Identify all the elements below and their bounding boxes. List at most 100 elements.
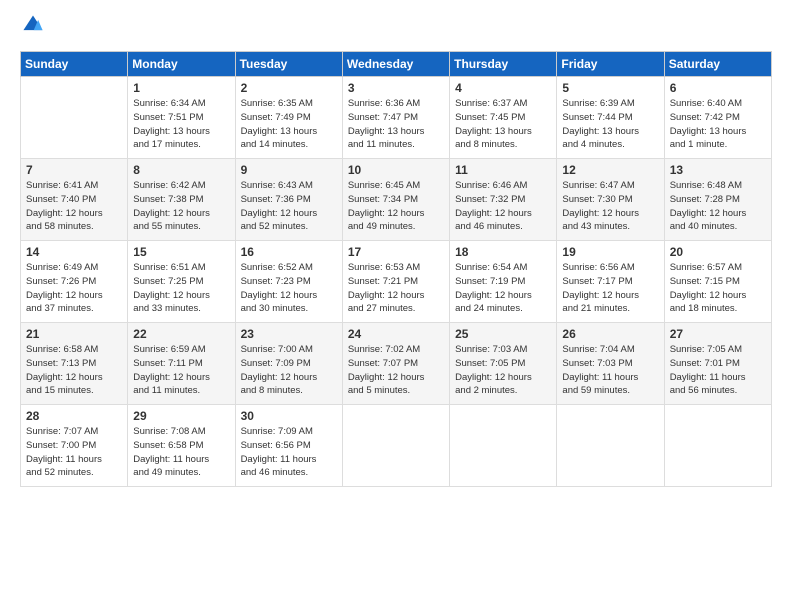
calendar-cell	[342, 405, 449, 487]
calendar-header-tuesday: Tuesday	[235, 52, 342, 77]
calendar-cell: 21 Sunrise: 6:58 AMSunset: 7:13 PMDayligh…	[21, 323, 128, 405]
calendar-cell: 8 Sunrise: 6:42 AMSunset: 7:38 PMDaylight…	[128, 159, 235, 241]
calendar-header-sunday: Sunday	[21, 52, 128, 77]
day-detail: Sunrise: 6:54 AMSunset: 7:19 PMDaylight:…	[455, 261, 551, 316]
header	[20, 16, 772, 41]
day-detail: Sunrise: 7:03 AMSunset: 7:05 PMDaylight:…	[455, 343, 551, 398]
calendar-week-2: 7Sunrise: 6:41 AMSunset: 7:40 PMDaylight…	[21, 159, 772, 241]
day-number: 23	[241, 327, 337, 341]
day-detail: Sunrise: 6:42 AMSunset: 7:38 PMDaylight:…	[133, 179, 229, 234]
day-number: 5	[562, 81, 658, 95]
calendar-cell: 18 Sunrise: 6:54 AMSunset: 7:19 PMDayligh…	[450, 241, 557, 323]
calendar-week-3: 14 Sunrise: 6:49 AMSunset: 7:26 PMDayligh…	[21, 241, 772, 323]
logo	[20, 16, 44, 41]
day-detail: Sunrise: 6:53 AMSunset: 7:21 PMDaylight:…	[348, 261, 444, 316]
day-number: 11	[455, 163, 551, 177]
calendar-cell: 9 Sunrise: 6:43 AMSunset: 7:36 PMDaylight…	[235, 159, 342, 241]
calendar-header-thursday: Thursday	[450, 52, 557, 77]
calendar-cell: 3 Sunrise: 6:36 AMSunset: 7:47 PMDaylight…	[342, 77, 449, 159]
day-number: 15	[133, 245, 229, 259]
calendar-header-row: SundayMondayTuesdayWednesdayThursdayFrid…	[21, 52, 772, 77]
day-number: 21	[26, 327, 122, 341]
calendar-cell: 22 Sunrise: 6:59 AMSunset: 7:11 PMDayligh…	[128, 323, 235, 405]
day-number: 29	[133, 409, 229, 423]
calendar-header-friday: Friday	[557, 52, 664, 77]
day-detail: Sunrise: 7:02 AMSunset: 7:07 PMDaylight:…	[348, 343, 444, 398]
day-number: 3	[348, 81, 444, 95]
day-detail: Sunrise: 6:34 AMSunset: 7:51 PMDaylight:…	[133, 97, 229, 152]
calendar-cell: 29 Sunrise: 7:08 AMSunset: 6:58 PMDayligh…	[128, 405, 235, 487]
day-detail: Sunrise: 6:43 AMSunset: 7:36 PMDaylight:…	[241, 179, 337, 234]
calendar-cell: 1 Sunrise: 6:34 AMSunset: 7:51 PMDaylight…	[128, 77, 235, 159]
calendar-week-4: 21 Sunrise: 6:58 AMSunset: 7:13 PMDayligh…	[21, 323, 772, 405]
day-detail: Sunrise: 6:52 AMSunset: 7:23 PMDaylight:…	[241, 261, 337, 316]
day-detail: Sunrise: 6:58 AMSunset: 7:13 PMDaylight:…	[26, 343, 122, 398]
day-number: 9	[241, 163, 337, 177]
day-detail: Sunrise: 6:46 AMSunset: 7:32 PMDaylight:…	[455, 179, 551, 234]
calendar-cell: 13Sunrise: 6:48 AMSunset: 7:28 PMDayligh…	[664, 159, 771, 241]
day-detail: Sunrise: 7:09 AMSunset: 6:56 PMDaylight:…	[241, 425, 337, 480]
calendar-cell: 4 Sunrise: 6:37 AMSunset: 7:45 PMDaylight…	[450, 77, 557, 159]
calendar-cell: 11 Sunrise: 6:46 AMSunset: 7:32 PMDayligh…	[450, 159, 557, 241]
calendar-header-saturday: Saturday	[664, 52, 771, 77]
day-number: 20	[670, 245, 766, 259]
day-detail: Sunrise: 6:59 AMSunset: 7:11 PMDaylight:…	[133, 343, 229, 398]
calendar-cell: 25 Sunrise: 7:03 AMSunset: 7:05 PMDayligh…	[450, 323, 557, 405]
calendar-cell: 10 Sunrise: 6:45 AMSunset: 7:34 PMDayligh…	[342, 159, 449, 241]
day-number: 17	[348, 245, 444, 259]
calendar-header-wednesday: Wednesday	[342, 52, 449, 77]
day-detail: Sunrise: 7:08 AMSunset: 6:58 PMDaylight:…	[133, 425, 229, 480]
day-number: 12	[562, 163, 658, 177]
calendar-cell	[557, 405, 664, 487]
day-number: 7	[26, 163, 122, 177]
day-number: 19	[562, 245, 658, 259]
logo-icon	[22, 14, 44, 36]
calendar-week-1: 1 Sunrise: 6:34 AMSunset: 7:51 PMDaylight…	[21, 77, 772, 159]
calendar-cell: 14 Sunrise: 6:49 AMSunset: 7:26 PMDayligh…	[21, 241, 128, 323]
day-detail: Sunrise: 7:00 AMSunset: 7:09 PMDaylight:…	[241, 343, 337, 398]
day-number: 2	[241, 81, 337, 95]
day-number: 22	[133, 327, 229, 341]
day-detail: Sunrise: 7:07 AMSunset: 7:00 PMDaylight:…	[26, 425, 122, 480]
calendar-cell	[664, 405, 771, 487]
day-detail: Sunrise: 6:36 AMSunset: 7:47 PMDaylight:…	[348, 97, 444, 152]
day-number: 13	[670, 163, 766, 177]
calendar-cell	[450, 405, 557, 487]
day-number: 30	[241, 409, 337, 423]
day-detail: Sunrise: 6:45 AMSunset: 7:34 PMDaylight:…	[348, 179, 444, 234]
day-number: 10	[348, 163, 444, 177]
day-detail: Sunrise: 6:37 AMSunset: 7:45 PMDaylight:…	[455, 97, 551, 152]
day-detail: Sunrise: 7:05 AMSunset: 7:01 PMDaylight:…	[670, 343, 766, 398]
calendar-week-5: 28Sunrise: 7:07 AMSunset: 7:00 PMDayligh…	[21, 405, 772, 487]
calendar-cell: 26 Sunrise: 7:04 AMSunset: 7:03 PMDayligh…	[557, 323, 664, 405]
day-number: 16	[241, 245, 337, 259]
calendar-cell: 27Sunrise: 7:05 AMSunset: 7:01 PMDayligh…	[664, 323, 771, 405]
day-detail: Sunrise: 6:49 AMSunset: 7:26 PMDaylight:…	[26, 261, 122, 316]
calendar-cell: 28Sunrise: 7:07 AMSunset: 7:00 PMDayligh…	[21, 405, 128, 487]
day-number: 4	[455, 81, 551, 95]
day-number: 14	[26, 245, 122, 259]
page: SundayMondayTuesdayWednesdayThursdayFrid…	[0, 0, 792, 612]
day-detail: Sunrise: 6:51 AMSunset: 7:25 PMDaylight:…	[133, 261, 229, 316]
calendar-cell: 15 Sunrise: 6:51 AMSunset: 7:25 PMDayligh…	[128, 241, 235, 323]
day-number: 18	[455, 245, 551, 259]
day-detail: Sunrise: 6:57 AMSunset: 7:15 PMDaylight:…	[670, 261, 766, 316]
day-detail: Sunrise: 6:47 AMSunset: 7:30 PMDaylight:…	[562, 179, 658, 234]
day-number: 6	[670, 81, 766, 95]
calendar-cell: 30 Sunrise: 7:09 AMSunset: 6:56 PMDayligh…	[235, 405, 342, 487]
day-detail: Sunrise: 6:56 AMSunset: 7:17 PMDaylight:…	[562, 261, 658, 316]
calendar-cell: 17 Sunrise: 6:53 AMSunset: 7:21 PMDayligh…	[342, 241, 449, 323]
calendar-cell: 16 Sunrise: 6:52 AMSunset: 7:23 PMDayligh…	[235, 241, 342, 323]
calendar-cell: 20 Sunrise: 6:57 AMSunset: 7:15 PMDayligh…	[664, 241, 771, 323]
calendar-cell: 5Sunrise: 6:39 AMSunset: 7:44 PMDaylight…	[557, 77, 664, 159]
day-number: 8	[133, 163, 229, 177]
day-detail: Sunrise: 7:04 AMSunset: 7:03 PMDaylight:…	[562, 343, 658, 398]
day-number: 26	[562, 327, 658, 341]
calendar-cell: 7Sunrise: 6:41 AMSunset: 7:40 PMDaylight…	[21, 159, 128, 241]
calendar-table: SundayMondayTuesdayWednesdayThursdayFrid…	[20, 51, 772, 487]
day-number: 25	[455, 327, 551, 341]
day-detail: Sunrise: 6:35 AMSunset: 7:49 PMDaylight:…	[241, 97, 337, 152]
calendar-cell: 12 Sunrise: 6:47 AMSunset: 7:30 PMDayligh…	[557, 159, 664, 241]
day-number: 1	[133, 81, 229, 95]
day-detail: Sunrise: 6:40 AMSunset: 7:42 PMDaylight:…	[670, 97, 766, 152]
